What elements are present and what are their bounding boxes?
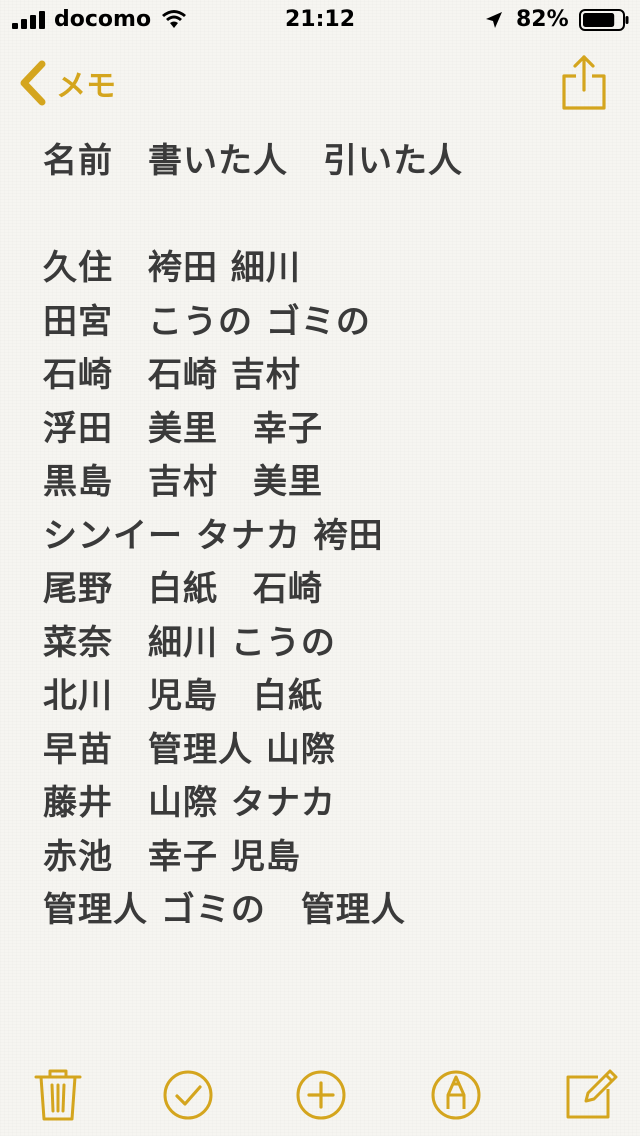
battery-icon [579,9,629,31]
note-line: 名前 書いた人 引いた人 [43,141,463,181]
back-button[interactable]: メモ [18,58,116,108]
note-line: 早苗 管理人 山際 [43,729,336,770]
add-icon [296,1070,346,1120]
back-label: メモ [56,69,116,104]
location-arrow-icon [486,12,502,28]
note-line: 管理人 ゴミの 管理人 [43,890,406,930]
add-button[interactable] [293,1065,349,1121]
bottom-toolbar [0,1055,640,1135]
delete-button[interactable] [30,1065,86,1121]
note-line: 藤井 山際 タナカ [43,783,336,823]
navigation-bar: メモ [0,50,640,120]
trash-icon [34,1069,82,1121]
chevron-left-icon [20,60,46,106]
note-line: 尾野 白紙 石崎 [43,569,323,609]
compose-icon [566,1069,618,1119]
markup-icon [431,1070,481,1120]
checklist-icon [163,1070,213,1120]
note-line: 石崎 石崎 吉村 [43,355,301,395]
note-line [43,189,603,243]
note-line: シンイー タナカ 袴田 [43,515,384,556]
note-line: 赤池 幸子 児島 [43,836,301,877]
battery-percent: 82% [516,7,569,32]
checklist-button[interactable] [160,1065,216,1121]
note-line: 黒島 吉村 美里 [43,462,323,502]
share-icon [562,55,606,110]
markup-button[interactable] [428,1065,484,1121]
note-line: 北川 児島 白紙 [43,676,323,716]
status-bar: docomo 21:12 82% [0,0,640,40]
note-line: 菜奈 細川 こうの [43,622,336,663]
note-body[interactable]: 名前 書いた人 引いた人 久住 袴田 細川 田宮 こうの ゴミの 石崎 石崎 吉… [43,135,603,938]
share-button[interactable] [560,54,608,110]
note-line: 田宮 こうの ゴミの [43,301,371,342]
compose-button[interactable] [562,1065,618,1121]
note-line: 久住 袴田 細川 [43,248,301,288]
note-line: 浮田 美里 幸子 [43,408,323,449]
